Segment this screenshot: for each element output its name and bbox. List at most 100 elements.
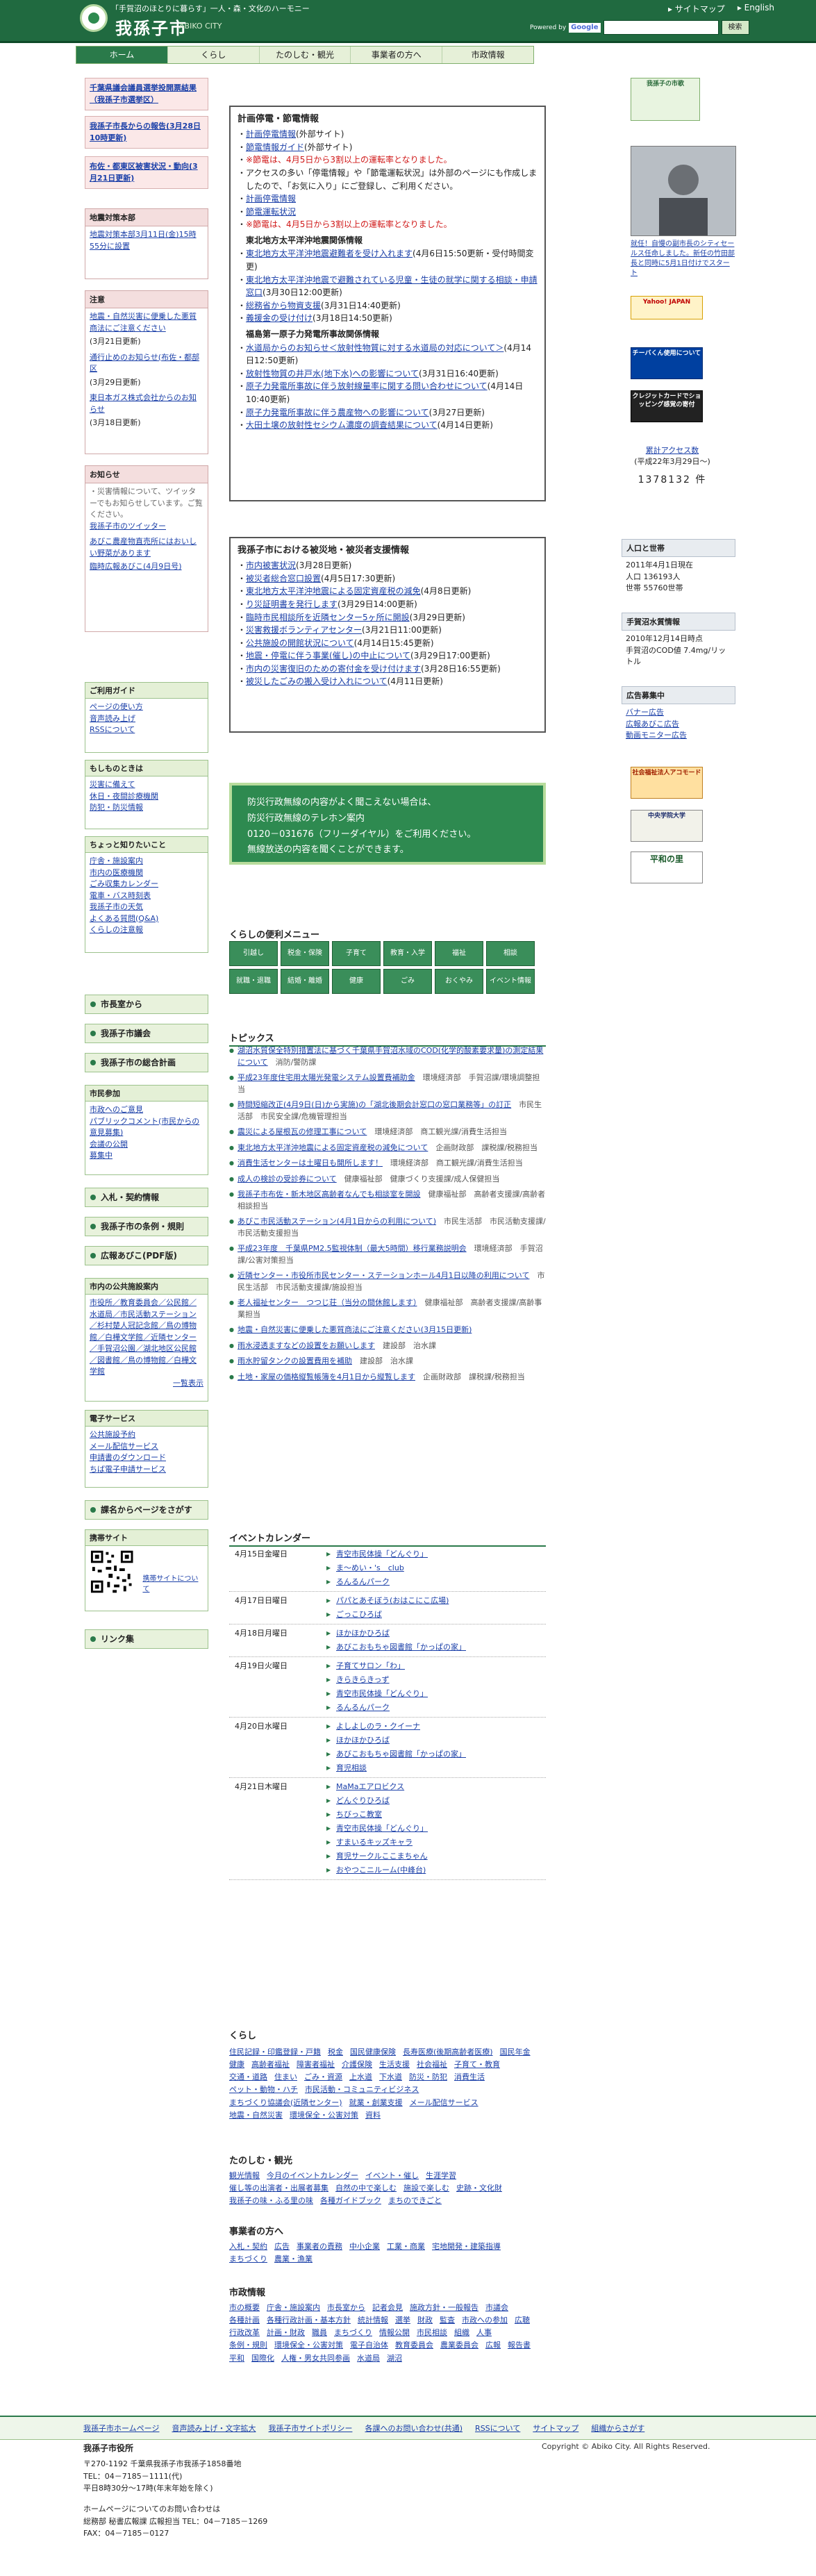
- shisei-links-item[interactable]: 情報公開: [379, 2327, 410, 2339]
- footer-nav-link[interactable]: 我孫子市サイトポリシー: [268, 2423, 352, 2434]
- kurashi-links-item[interactable]: ごみ・資源: [304, 2071, 342, 2084]
- tanoshimu-links-item[interactable]: 今月のイベントカレンダー: [267, 2170, 358, 2182]
- ordinance-button[interactable]: 我孫子市の条例・規則: [85, 1217, 208, 1236]
- eservice-link-4[interactable]: ちば電子申請サービス: [90, 1464, 203, 1476]
- event-link[interactable]: 青空市民体操「どんぐり」: [326, 1822, 546, 1836]
- link-collection-button[interactable]: リンク集: [85, 1629, 208, 1649]
- kurashi-links-item[interactable]: 子育て・教育: [454, 2059, 500, 2071]
- kurashi-links-item[interactable]: 国民年金: [500, 2046, 531, 2059]
- jigyo-links-item[interactable]: 中小企業: [349, 2241, 380, 2253]
- shisei-links-item[interactable]: 条例・規則: [229, 2339, 267, 2352]
- footer-nav-link[interactable]: 音声読み上げ・文字拡大: [172, 2423, 256, 2434]
- kurashi-links-item[interactable]: メール配信サービス: [410, 2097, 478, 2109]
- kurashi-links-item[interactable]: 国民健康保険: [350, 2046, 396, 2059]
- shisei-links-item[interactable]: まちづくり: [334, 2327, 372, 2339]
- jigyo-links-item[interactable]: 農業・漁業: [274, 2253, 313, 2266]
- topic-link[interactable]: 我孫子市布佐・新木地区高齢者なんでも相談室を開設: [238, 1190, 420, 1199]
- notice-item-link[interactable]: 水道局からのお知らせ＜放射性物質に対する水道局の対応について＞: [246, 343, 503, 353]
- topic-link[interactable]: 近隣センター・市役所市民センター・ステーションホール4月1日以降の利用について: [238, 1271, 529, 1280]
- topic-link[interactable]: 平成23年度住宅用太陽光発電システム設置費補助金: [238, 1073, 415, 1082]
- shisei-links-item[interactable]: 財政: [417, 2314, 433, 2327]
- shisei-links-item[interactable]: 施政方針・一般報告: [410, 2302, 478, 2314]
- facilities-links[interactable]: 市役所／教育委員会／公民館／水道局／市民活動ステーション／杉村楚人冠記念館／鳥の…: [90, 1298, 197, 1376]
- shisei-links-item[interactable]: 国際化: [251, 2352, 274, 2365]
- tanoshimu-links-item[interactable]: 各種ガイドブック: [320, 2195, 381, 2207]
- guide-link-2[interactable]: 音声読み上げ: [90, 713, 203, 725]
- kurashi-menu-item[interactable]: 教育・入学: [383, 941, 432, 966]
- event-link[interactable]: おやつこニルーム(中峰台): [326, 1863, 546, 1877]
- pr-pdf-button[interactable]: 広報あびこ(PDF版): [85, 1246, 208, 1265]
- kurashi-links-item[interactable]: 障害者福祉: [297, 2059, 335, 2071]
- shisei-links-item[interactable]: 計画・財政: [267, 2327, 305, 2339]
- kurashi-menu-item[interactable]: おくやみ: [435, 969, 483, 994]
- kurashi-links-item[interactable]: 資料: [365, 2109, 381, 2122]
- shisei-links-item[interactable]: 監査: [440, 2314, 455, 2327]
- tanoshimu-links-item[interactable]: 施設で楽しむ: [403, 2182, 449, 2195]
- topic-link[interactable]: 消費生活センターは土曜日も開所します！: [238, 1158, 383, 1167]
- chiba-kun-banner[interactable]: チーバくん使用について: [631, 347, 703, 379]
- accomode-banner[interactable]: 社会福祉法人アコモード: [631, 767, 703, 799]
- footer-nav-link[interactable]: 各課へのお問い合わせ(共通): [365, 2423, 463, 2434]
- event-link[interactable]: ほかほかひろば: [326, 1734, 546, 1747]
- tanoshimu-links-item[interactable]: イベント・催し: [365, 2170, 419, 2182]
- kurashi-links-item[interactable]: 生活支援: [379, 2059, 410, 2071]
- shisei-links-item[interactable]: 広聴: [515, 2314, 530, 2327]
- quick-link-2[interactable]: 市内の医療機関: [90, 867, 203, 879]
- twitter-link[interactable]: 我孫子市のツイッター: [90, 521, 203, 533]
- shisei-links-item[interactable]: 市の概要: [229, 2302, 260, 2314]
- tanoshimu-links-item[interactable]: 催し等の出演者・出展者募集: [229, 2182, 328, 2195]
- notice-item-link[interactable]: 原子力発電所事故に伴う放射線量率に関する問い合わせについて: [246, 381, 488, 391]
- topic-link[interactable]: 雨水貯留タンクの設置費用を補助: [238, 1356, 352, 1365]
- kurashi-links-item[interactable]: 環境保全・公害対策: [290, 2109, 358, 2122]
- emergency-link-3[interactable]: 防犯・防災情報: [90, 802, 203, 814]
- event-link[interactable]: るんるんパーク: [326, 1575, 546, 1589]
- kurashi-links-item[interactable]: 長寿医療(後期高齢者医療): [403, 2046, 493, 2059]
- oshirase-link-1[interactable]: あびこ農産物直売所にはおいしい野菜があります: [90, 536, 203, 559]
- support-item-link[interactable]: 公共施設の開館状況について: [246, 638, 354, 648]
- kurashi-links-item[interactable]: 下水道: [379, 2071, 402, 2084]
- topic-link[interactable]: 雨水浸透ますなどの設置をお願いします: [238, 1341, 375, 1350]
- participation-link-1[interactable]: 市政へのご意見: [90, 1104, 203, 1116]
- emergency-link-2[interactable]: 休日・夜間診療機関: [90, 791, 203, 803]
- kurashi-links-item[interactable]: 介護保険: [342, 2059, 372, 2071]
- shisei-links-item[interactable]: 市民相談: [417, 2327, 447, 2339]
- nav-kurashi[interactable]: くらし: [168, 47, 260, 63]
- shisei-links-item[interactable]: 農業委員会: [440, 2339, 478, 2352]
- yahoo-banner[interactable]: Yahoo! JAPAN: [631, 296, 703, 319]
- event-link[interactable]: パパとあそぼう(おはこにこ広場): [326, 1594, 546, 1608]
- footer-nav-link[interactable]: サイトマップ: [533, 2423, 578, 2434]
- nav-jigyo[interactable]: 事業者の方へ: [351, 47, 443, 63]
- shisei-links-item[interactable]: 市政への参加: [462, 2314, 508, 2327]
- support-item-link[interactable]: 市内の災害復旧のための寄付金を受け付けます: [246, 664, 421, 674]
- shisei-links-item[interactable]: 教育委員会: [395, 2339, 433, 2352]
- attention-link-2[interactable]: 通行止めのお知らせ(布佐・都部区: [90, 352, 203, 375]
- topic-link[interactable]: 老人福祉センター つつじ荘（当分の間休館します）: [238, 1298, 417, 1307]
- mayor-office-button[interactable]: 市長室から: [85, 995, 208, 1014]
- shisei-links-item[interactable]: 平和: [229, 2352, 244, 2365]
- eservice-link-1[interactable]: 公共施設予約: [90, 1429, 203, 1441]
- photo-caption[interactable]: 就任！自慢の副市長のシティセールス任命しました。新任の竹田部長と同時に5月1日付…: [631, 240, 736, 279]
- kurashi-menu-item[interactable]: 引越し: [229, 941, 278, 966]
- topic-link[interactable]: 東北地方太平洋沖地震による固定資産税の減免について: [238, 1143, 428, 1152]
- support-item-link[interactable]: 東北地方太平洋沖地震による固定資産税の減免: [246, 586, 421, 596]
- jigyo-links-item[interactable]: 広告: [274, 2241, 290, 2253]
- notice-item-link[interactable]: 総務省から物資支援: [246, 301, 321, 310]
- event-link[interactable]: 青空市民体操「どんぐり」: [326, 1687, 546, 1701]
- nav-tanoshimu[interactable]: たのしむ・観光: [260, 47, 351, 63]
- kurashi-menu-item[interactable]: 子育て: [332, 941, 381, 966]
- footer-nav-link[interactable]: 組織からさがす: [591, 2423, 644, 2434]
- event-link[interactable]: どんぐりひろば: [326, 1794, 546, 1808]
- kurashi-menu-item[interactable]: 福祉: [435, 941, 483, 966]
- shisei-links-item[interactable]: 人権・男女共同参画: [281, 2352, 350, 2365]
- notice-item-link[interactable]: 放射性物質の井戸水(地下水)への影響について: [246, 369, 419, 379]
- election-link[interactable]: 千葉県議会議員選挙投開票結果（我孫子市選挙区）: [90, 83, 203, 106]
- university-banner[interactable]: 中央学院大学: [631, 810, 703, 842]
- kurashi-links-item[interactable]: 上水道: [349, 2071, 372, 2084]
- council-button[interactable]: 我孫子市議会: [85, 1024, 208, 1043]
- kurashi-links-item[interactable]: 消費生活: [454, 2071, 485, 2084]
- kurashi-links-item[interactable]: まちづくり協議会(近隣センター): [229, 2097, 342, 2109]
- event-link[interactable]: すまいるキッズキャラ: [326, 1836, 546, 1850]
- shisei-links-item[interactable]: 各種行政計画・基本方針: [267, 2314, 351, 2327]
- site-name[interactable]: 我孫子市: [115, 15, 188, 39]
- event-link[interactable]: あびこおもちゃ図書館「かっぱの家」: [326, 1640, 546, 1654]
